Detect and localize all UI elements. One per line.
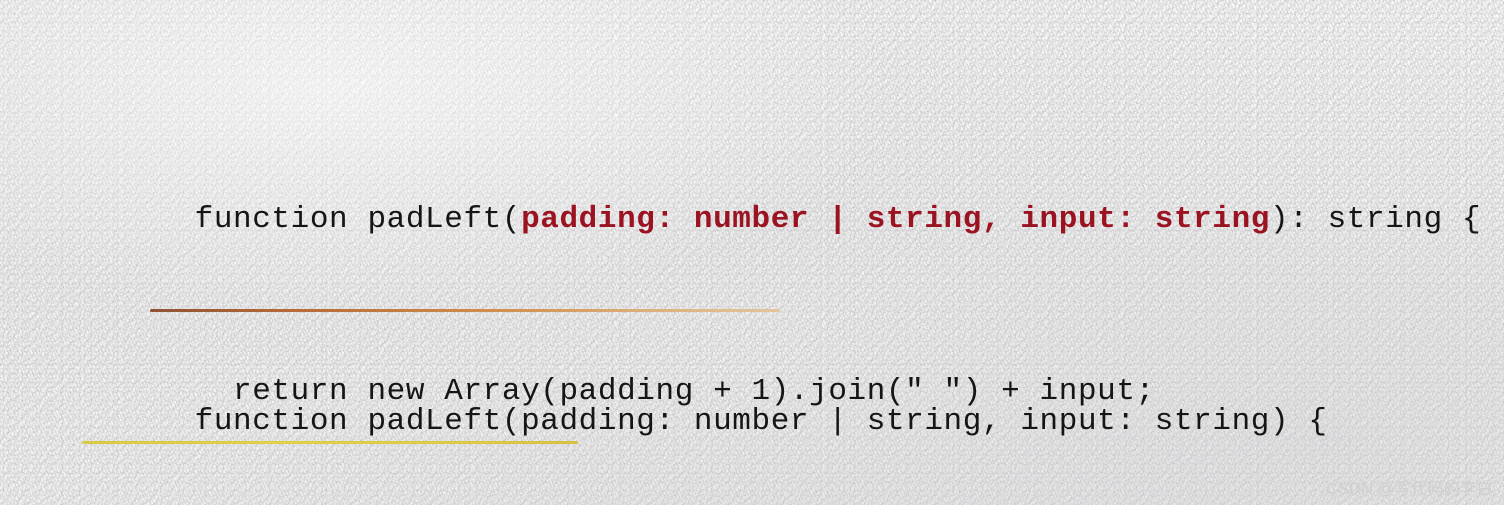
orange-underline-annotation	[150, 309, 780, 312]
yellow-underline-annotation	[82, 441, 578, 444]
code-segment-plain: function padLeft(padding: number | strin…	[194, 404, 1328, 439]
code-layer: function padLeft(padding: number | strin…	[0, 0, 1504, 505]
csdn-watermark: CSDN @写代码的李白	[1326, 481, 1493, 498]
screenshot-stage: function padLeft(padding: number | strin…	[0, 0, 1504, 505]
code-line: function padLeft(padding: number | strin…	[41, 357, 1328, 439]
code-line: function padLeft(padding: number | strin…	[41, 155, 1481, 237]
code-block-body: function padLeft(padding: number | strin…	[41, 228, 1328, 505]
